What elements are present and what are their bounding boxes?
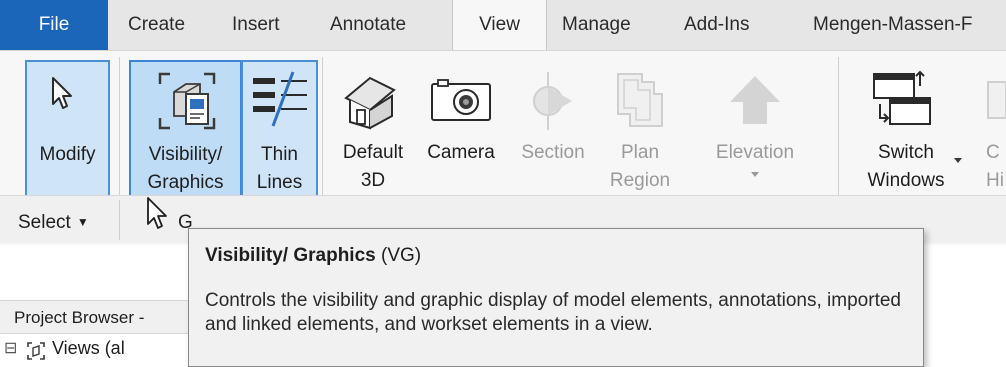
section-button[interactable]: Section — [508, 60, 598, 203]
close-hidden-icon — [987, 81, 1006, 119]
project-browser-header[interactable]: Project Browser - — [0, 300, 200, 334]
section-label: Section — [521, 142, 585, 163]
switch-windows-label-line1: Switch — [878, 142, 934, 163]
tab-mengen-massen[interactable]: Mengen-Massen-F — [813, 0, 972, 50]
chevron-down-icon — [954, 158, 962, 163]
plan-region-label-line1: Plan — [620, 142, 660, 163]
camera-label: Camera — [427, 142, 495, 163]
plan-region-label-line2: Region — [609, 170, 671, 191]
tab-manage[interactable]: Manage — [562, 0, 631, 50]
default-3d-label-line2: 3D — [360, 170, 386, 191]
tooltip-title: Visibility/ Graphics (VG) — [205, 245, 421, 267]
visibility-graphics-icon — [158, 72, 216, 130]
project-browser-tree: ⊟ Views (al — [0, 335, 200, 367]
visibility-graphics-button[interactable]: Visibility/ Graphics — [129, 60, 242, 203]
visibility-graphics-label-line2: Graphics — [147, 172, 224, 193]
switch-windows-icon — [873, 70, 931, 125]
tab-annotate[interactable]: Annotate — [330, 0, 406, 50]
tree-item-views[interactable]: ⊟ Views (al — [4, 338, 184, 364]
section-icon — [533, 72, 572, 130]
elevation-button[interactable]: Elevation — [696, 60, 814, 203]
pointer-arrow-icon — [52, 77, 72, 109]
tab-file[interactable]: File — [0, 0, 108, 50]
tree-item-label: Views (al — [52, 338, 125, 358]
switch-windows-label-line2: Windows — [867, 170, 945, 191]
camera-icon — [431, 79, 491, 121]
select-panel-label: Select — [18, 212, 71, 233]
switch-windows-button[interactable]: Switch Windows — [856, 60, 962, 203]
elevation-icon — [730, 76, 780, 124]
tab-create[interactable]: Create — [128, 0, 185, 50]
tab-view[interactable]: View — [452, 0, 547, 51]
modify-button[interactable]: Modify — [25, 60, 110, 203]
close-hidden-label-line2: Hi — [986, 170, 1004, 191]
tree-collapse-icon[interactable]: ⊟ — [4, 338, 17, 358]
chevron-down-icon: ▼ — [76, 215, 89, 229]
views-icon — [27, 342, 45, 360]
tab-add-ins[interactable]: Add-Ins — [684, 0, 749, 50]
select-panel-dropdown[interactable]: Select ▼ — [18, 212, 89, 234]
plan-region-icon — [617, 73, 663, 127]
thin-lines-label-line2: Lines — [256, 172, 303, 193]
tab-insert[interactable]: Insert — [232, 0, 280, 50]
camera-button[interactable]: Camera — [416, 60, 506, 203]
house-3d-icon — [344, 76, 396, 130]
elevation-label: Elevation — [715, 142, 795, 163]
thin-lines-label-line1: Thin — [261, 144, 298, 165]
default-3d-label-line1: Default — [342, 142, 404, 163]
thin-lines-icon — [253, 71, 307, 127]
ribbon-tab-bar: File Create Insert Annotate View Manage … — [0, 0, 1006, 51]
modify-label: Modify — [39, 144, 96, 165]
thin-lines-button[interactable]: Thin Lines — [241, 60, 318, 203]
tooltip-description: Controls the visibility and graphic disp… — [205, 290, 901, 335]
mouse-cursor-icon — [147, 197, 167, 229]
chevron-down-icon — [751, 172, 759, 177]
panel-divider — [119, 200, 120, 240]
plan-region-button[interactable]: Plan Region — [598, 60, 682, 203]
tooltip-shortcut: (VG) — [381, 245, 422, 266]
close-hidden-label-line1: C — [986, 142, 1000, 163]
visibility-graphics-tooltip: Visibility/ Graphics (VG) Controls the v… — [188, 228, 924, 367]
close-hidden-button[interactable]: C Hi — [980, 60, 1006, 203]
default-3d-button[interactable]: Default 3D — [330, 60, 416, 203]
tooltip-command-name: Visibility/ Graphics — [205, 245, 376, 266]
visibility-graphics-label-line1: Visibility/ — [148, 144, 223, 165]
